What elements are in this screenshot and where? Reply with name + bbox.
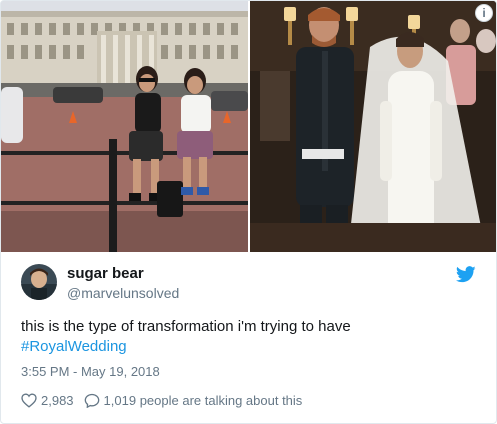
avatar-image	[21, 264, 57, 300]
tweet-text-body: this is the type of transformation i'm t…	[21, 318, 351, 335]
avatar[interactable]	[21, 264, 57, 300]
tweet-text: this is the type of transformation i'm t…	[21, 317, 476, 357]
tweet-card[interactable]: i sugar bear @marvelunsolved this is the…	[0, 0, 497, 424]
author-names: sugar bear @marvelunsolved	[67, 265, 179, 302]
photo-royal-wedding-image	[250, 1, 496, 252]
display-name[interactable]: sugar bear	[67, 265, 179, 283]
photo-royal-wedding[interactable]	[250, 1, 496, 252]
info-icon[interactable]: i	[475, 4, 493, 22]
tweet-header: sugar bear @marvelunsolved	[21, 264, 476, 304]
like-count: 2,983	[41, 392, 74, 408]
twitter-bird-icon[interactable]	[455, 266, 476, 284]
heart-icon	[21, 392, 37, 408]
conversation-count: 1,019 people are talking about this	[103, 392, 303, 408]
tweet-actions: 2,983 1,019 people are talking about thi…	[21, 390, 312, 410]
like-button[interactable]: 2,983	[21, 393, 74, 408]
photo-girls-at-palace-image	[1, 1, 248, 252]
reply-button[interactable]: 1,019 people are talking about this	[84, 392, 303, 408]
hashtag-link[interactable]: #RoyalWedding	[21, 337, 476, 357]
photo-girls-at-palace[interactable]	[1, 1, 248, 252]
speech-bubble-icon	[84, 393, 99, 408]
user-handle[interactable]: @marvelunsolved	[67, 284, 179, 302]
twitter-bird-icon-glyph	[455, 266, 476, 283]
tweet-media[interactable]: i	[1, 1, 496, 252]
tweet-timestamp[interactable]: 3:55 PM - May 19, 2018	[21, 364, 160, 379]
